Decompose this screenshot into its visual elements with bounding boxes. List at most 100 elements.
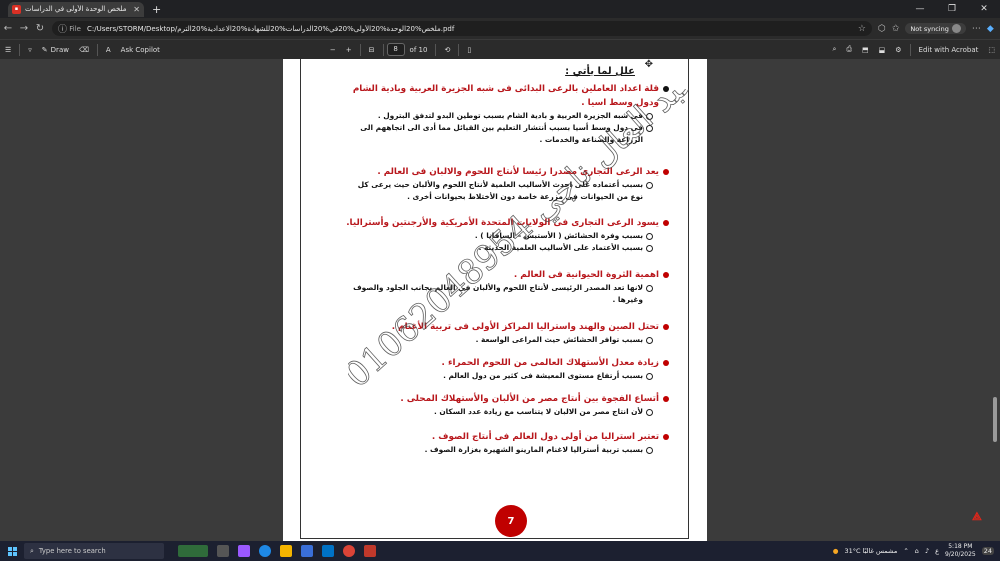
heading-wrap: علل لما يأتي : ✥ — [565, 59, 653, 78]
more-options-icon[interactable]: ⋯ — [972, 24, 981, 34]
url-text: C:/Users/STORM/Desktop/ملخص%20الوحدة%20ا… — [86, 24, 455, 33]
list-item: يسود الرعى التجارى فى الولايات المتحدة ا… — [331, 216, 671, 254]
tray-overflow-icon[interactable]: ⌃ — [903, 547, 908, 555]
address-bar-row: ← → ↻ ⓘ File C:/Users/STORM/Desktop/ملخص… — [0, 18, 1000, 39]
store-icon[interactable] — [301, 545, 313, 557]
taskbar-search-input[interactable]: ⌕ Type here to search — [24, 543, 164, 559]
start-button[interactable] — [0, 546, 24, 556]
draw-button[interactable]: ✎ Draw — [37, 46, 74, 54]
pdf-icon: ▪ — [12, 4, 21, 14]
pdf-app-icon[interactable] — [364, 545, 376, 557]
network-icon[interactable]: ⌂ — [915, 547, 919, 555]
settings-icon[interactable]: ⚙ — [890, 46, 906, 54]
rotate-icon[interactable]: ⟲ — [439, 46, 455, 54]
widgets-icon[interactable] — [178, 545, 208, 557]
close-tab-icon[interactable]: ✕ — [133, 5, 140, 14]
question: زيادة معدل الأستهلاك العالمى من اللحوم ا… — [331, 356, 671, 370]
question: قلة اعداد العاملين بالرعى البدائى فى شبه… — [331, 82, 671, 110]
info-icon[interactable]: ⓘ — [58, 22, 67, 35]
refresh-icon[interactable]: ↻ — [32, 23, 48, 34]
taskbar-apps — [178, 545, 376, 557]
save-icon[interactable]: ⬒ — [857, 46, 874, 54]
windows-icon — [7, 546, 17, 556]
eraser-icon[interactable]: ⌫ — [74, 46, 94, 54]
zoom-in-button[interactable]: + — [341, 46, 357, 54]
list-item: يعد الرعى التجارى مصدرا رئيسا لأنتاج الل… — [331, 165, 671, 203]
chrome-icon[interactable] — [343, 545, 355, 557]
page-view-icon[interactable]: ▯ — [462, 46, 476, 54]
address-input[interactable]: ⓘ File C:/Users/STORM/Desktop/ملخص%20الو… — [52, 21, 872, 36]
volume-icon[interactable]: ♪ — [925, 547, 929, 555]
answer: بسبب تربية أستراليا لاغنام المارينو الشه… — [331, 444, 671, 456]
new-tab-button[interactable]: + — [152, 3, 161, 16]
favorites-icon[interactable]: ✩ — [892, 24, 900, 34]
highlight-icon[interactable]: ▿ — [23, 46, 37, 54]
clock[interactable]: 5:18 PM 9/20/2025 — [945, 543, 976, 559]
minimize-button[interactable]: — — [904, 0, 936, 18]
pin-toolbar-icon[interactable]: ⬚ — [983, 46, 1000, 54]
list-item: قلة اعداد العاملين بالرعى البدائى فى شبه… — [331, 82, 671, 146]
fit-page-icon[interactable]: ⊟ — [364, 46, 380, 54]
list-item: تعتبر استراليا من أولى دول العالم فى أنت… — [331, 430, 671, 456]
zoom-out-button[interactable]: − — [325, 46, 341, 54]
window-controls: — ❐ ✕ — [904, 0, 1000, 18]
pdf-page: علل لما يأتي : ✥ قلة اعداد العاملين بالر… — [283, 59, 707, 541]
maximize-button[interactable]: ❐ — [936, 0, 968, 18]
copilot-app-icon[interactable] — [238, 545, 250, 557]
file-explorer-icon[interactable] — [280, 545, 292, 557]
tab-pdf[interactable]: ▪ ملخص الوحدة الأولى في الدراسات ✕ — [8, 1, 144, 17]
scrollbar-thumb[interactable] — [993, 397, 997, 442]
system-tray: ● 31°C مشمس غالبًا ⌃ ⌂ ♪ ع 5:18 PM 9/20/… — [833, 543, 1000, 559]
search-icon[interactable]: ⌕ — [827, 45, 841, 54]
question: أتساع الفجوة بين أنتاج مصر من الألبان وا… — [331, 392, 671, 406]
contents-icon[interactable]: ☰ — [0, 46, 16, 54]
print-icon[interactable]: ⎙ — [841, 45, 857, 54]
question: يعد الرعى التجارى مصدرا رئيسا لأنتاج الل… — [331, 165, 671, 179]
taskbar: ⌕ Type here to search ● 31°C مشمس غالبًا… — [0, 541, 1000, 561]
answer: فى دول وسط أسيا بسبب أنتشار التعليم بين … — [331, 122, 671, 146]
question: اهمية الثروة الحيوانية فى العالم . — [331, 268, 671, 282]
list-item: أتساع الفجوة بين أنتاج مصر من الألبان وا… — [331, 392, 671, 418]
profile-sync-button[interactable]: Not syncing — [905, 23, 966, 34]
time: 5:18 PM — [948, 543, 973, 550]
question: تعتبر استراليا من أولى دول العالم فى أنت… — [331, 430, 671, 444]
acrobat-icon[interactable]: ⟁ — [972, 510, 984, 523]
divider — [359, 43, 361, 56]
outlook-icon[interactable] — [322, 545, 334, 557]
page-number-badge: 7 — [495, 505, 527, 537]
answer: بسبب الأعتماد على الأساليب العلمية الحدي… — [331, 242, 671, 254]
list-item: اهمية الثروة الحيوانية فى العالم . لانها… — [331, 268, 671, 306]
save-as-icon[interactable]: ⬓ — [874, 46, 891, 54]
divider — [435, 43, 437, 56]
tab-title: ملخص الوحدة الأولى في الدراسات — [25, 5, 127, 13]
forward-icon[interactable]: → — [16, 23, 32, 34]
date: 9/20/2025 — [944, 551, 976, 558]
pdf-viewer[interactable]: علل لما يأتي : ✥ قلة اعداد العاملين بالر… — [0, 59, 1000, 541]
edit-with-acrobat-button[interactable]: Edit with Acrobat — [914, 46, 984, 54]
edge-icon[interactable] — [259, 545, 271, 557]
language-icon[interactable]: ع — [935, 547, 939, 555]
answer: بسبب أرتفاع مستوى المعيشة فى كثير من دول… — [331, 370, 671, 382]
page-number-input[interactable]: 8 — [386, 43, 405, 56]
divider — [19, 43, 21, 56]
question: تحتل الصين والهند واستراليا المراكز الأو… — [331, 320, 671, 334]
weather-text[interactable]: 31°C مشمس غالبًا — [844, 547, 897, 555]
copilot-icon[interactable]: ◆ — [987, 24, 994, 34]
back-icon[interactable]: ← — [0, 23, 16, 34]
read-aloud-icon[interactable]: A — [101, 46, 116, 54]
answer: بسبب أعتماده على احدث الأساليب العلمية ل… — [331, 179, 671, 203]
close-window-button[interactable]: ✕ — [968, 0, 1000, 18]
file-label: File — [69, 24, 81, 33]
ask-copilot-button[interactable]: Ask Copilot — [116, 46, 165, 54]
notification-badge[interactable]: 24 — [981, 547, 994, 555]
scrollbar[interactable] — [992, 71, 998, 533]
task-view-icon[interactable] — [217, 545, 229, 557]
pdf-toolbar: ☰ ▿ ✎ Draw ⌫ A Ask Copilot − + ⊟ 8 of 10… — [0, 39, 1000, 59]
favorite-star-icon[interactable]: ☆ — [858, 24, 866, 34]
question: يسود الرعى التجارى فى الولايات المتحدة ا… — [331, 216, 671, 230]
answer: لأن انتاج مصر من الالبان لا يتناسب مع زي… — [331, 406, 671, 418]
sync-label: Not syncing — [910, 24, 949, 33]
answer: لانها تعد المصدر الرئيسى لأنتاج اللحوم و… — [331, 282, 671, 306]
extensions-icon[interactable]: ⬡ — [878, 24, 886, 34]
clover-icon: ✥ — [644, 59, 653, 70]
